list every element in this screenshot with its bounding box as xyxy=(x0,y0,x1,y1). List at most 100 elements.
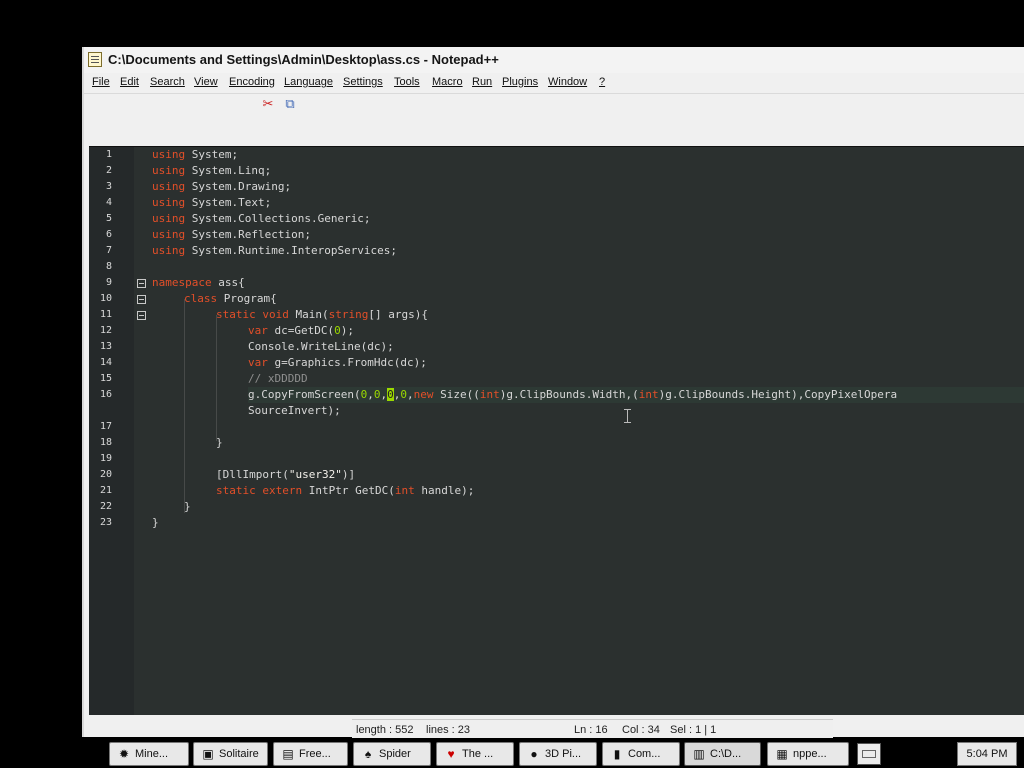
keyword: var xyxy=(248,324,268,337)
code-line[interactable]: class Program{ xyxy=(184,291,277,307)
code-line[interactable]: var dc=GetDC(0); xyxy=(248,323,354,339)
task-minesweeper[interactable]: ✹ Mine... xyxy=(109,742,189,766)
task-label: The ... xyxy=(462,748,494,760)
task-hearts[interactable]: ♥ The ... xyxy=(436,742,514,766)
code-line[interactable]: using System.Linq; xyxy=(152,163,271,179)
task-notepad[interactable]: ▥ C:\D... xyxy=(684,742,761,766)
task-label: nppe... xyxy=(793,748,827,760)
menu-plugins[interactable]: Plugins xyxy=(502,76,538,88)
code-line[interactable]: } xyxy=(152,515,159,531)
task-solitaire[interactable]: ▣ Solitaire xyxy=(193,742,268,766)
task-label: Solitaire xyxy=(219,748,259,760)
keyword: static xyxy=(216,308,256,321)
keyword: using xyxy=(152,180,186,193)
number-literal: 0 xyxy=(400,388,407,401)
task-label: C:\D... xyxy=(710,748,742,760)
line-number: 21 xyxy=(99,485,112,496)
menu-encoding[interactable]: Encoding xyxy=(229,76,275,88)
code-text: [DllImport( xyxy=(216,468,289,481)
title-bar[interactable]: C:\Documents and Settings\Admin\Desktop\… xyxy=(84,47,1024,74)
keyword: using xyxy=(152,244,186,257)
code-line[interactable]: namespace ass{ xyxy=(152,275,245,291)
code-text: ass{ xyxy=(211,276,245,289)
menu-run[interactable]: Run xyxy=(472,76,492,88)
code-text: Main( xyxy=(288,308,329,321)
keyword: static xyxy=(216,484,256,497)
menu-file[interactable]: File xyxy=(92,76,110,88)
line-number: 3 xyxy=(105,181,112,192)
code-line[interactable]: using System.Collections.Generic; xyxy=(152,211,371,227)
menu-view[interactable]: View xyxy=(194,76,218,88)
code-line[interactable]: } xyxy=(216,435,223,451)
menu-edit[interactable]: Edit xyxy=(120,76,139,88)
solitaire-icon: ▣ xyxy=(202,747,214,761)
keyword: int xyxy=(479,388,500,401)
menu-help[interactable]: ? xyxy=(599,76,605,88)
code-line[interactable]: using System.Runtime.InteropServices; xyxy=(152,243,397,259)
fold-toggle-icon[interactable] xyxy=(137,311,146,320)
code-line[interactable]: static void Main(string[] args){ xyxy=(216,307,428,323)
keyword: string xyxy=(328,308,369,321)
cut-icon[interactable]: ✂ xyxy=(260,96,276,112)
keyword: void xyxy=(262,308,289,321)
code-text: g.CopyFromScreen( xyxy=(248,388,361,401)
menu-settings[interactable]: Settings xyxy=(343,76,383,88)
menu-macro[interactable]: Macro xyxy=(432,76,463,88)
menu-window[interactable]: Window xyxy=(548,76,587,88)
line-number: 15 xyxy=(99,373,112,384)
task-command-prompt[interactable]: ▮ Com... xyxy=(602,742,680,766)
fold-toggle-icon[interactable] xyxy=(137,279,146,288)
keyboard-icon[interactable] xyxy=(857,743,881,765)
line-number: 14 xyxy=(99,357,112,368)
code-editor[interactable]: 1 2 3 4 5 6 7 8 9 10 11 12 13 14 15 16 1… xyxy=(89,146,1024,715)
task-freecell[interactable]: ▤ Free... xyxy=(273,742,348,766)
code-text: , xyxy=(367,388,374,401)
line-number: 11 xyxy=(99,309,112,320)
line-number: 23 xyxy=(99,517,112,528)
code-text: IntPtr GetDC( xyxy=(302,484,395,497)
code-text: System.Drawing; xyxy=(185,180,292,193)
menu-tools[interactable]: Tools xyxy=(394,76,420,88)
task-nppe[interactable]: ▦ nppe... xyxy=(767,742,849,766)
fold-toggle-icon[interactable] xyxy=(137,295,146,304)
code-line[interactable]: using System.Reflection; xyxy=(152,227,311,243)
keyword: namespace xyxy=(152,276,212,289)
status-selection: Sel : 1 | 1 xyxy=(670,724,717,736)
code-line[interactable]: [DllImport("user32")] xyxy=(216,467,355,483)
current-code-line[interactable]: g.CopyFromScreen(0,0,0,0,new Size((int)g… xyxy=(248,387,1024,403)
menu-bar: File Edit Search View Encoding Language … xyxy=(84,73,1024,94)
code-line[interactable]: using System; xyxy=(152,147,238,163)
status-lines: lines : 23 xyxy=(426,724,471,736)
notepad-window: C:\Documents and Settings\Admin\Desktop\… xyxy=(82,47,1024,737)
hearts-icon: ♥ xyxy=(447,747,455,761)
command-icon: ▮ xyxy=(613,747,621,761)
freecell-icon: ▤ xyxy=(282,747,294,761)
code-line[interactable]: } xyxy=(184,499,191,515)
code-line[interactable]: var g=Graphics.FromHdc(dc); xyxy=(248,355,427,371)
code-line[interactable]: SourceInvert); xyxy=(248,403,341,419)
code-text: SourceInvert); xyxy=(248,404,341,417)
code-line[interactable]: using System.Text; xyxy=(152,195,271,211)
keyword: using xyxy=(152,148,186,161)
code-text: } xyxy=(216,436,223,449)
code-text: [] args){ xyxy=(368,308,428,321)
code-line[interactable]: static extern IntPtr GetDC(int handle); xyxy=(216,483,474,499)
number-literal: 0 xyxy=(334,324,341,337)
menu-language[interactable]: Language xyxy=(284,76,333,88)
code-line[interactable]: using System.Drawing; xyxy=(152,179,291,195)
code-line[interactable]: // xDDDDD xyxy=(248,371,308,387)
task-spider[interactable]: ♠ Spider xyxy=(353,742,431,766)
copy-icon[interactable]: ⧉ xyxy=(282,96,298,112)
code-text: System.Text; xyxy=(185,196,272,209)
notepad-icon: ▥ xyxy=(693,747,705,761)
task-pinball[interactable]: ● 3D Pi... xyxy=(519,742,597,766)
task-label: Mine... xyxy=(135,748,169,760)
taskbar: ✹ Mine... ▣ Solitaire ▤ Free... ♠ Spider ♥ Th… xyxy=(0,738,1024,768)
code-line[interactable]: Console.WriteLine(dc); xyxy=(248,339,394,355)
indent-guide xyxy=(184,299,185,513)
minesweeper-icon: ✹ xyxy=(118,747,130,761)
menu-search[interactable]: Search xyxy=(150,76,185,88)
line-number: 20 xyxy=(99,469,112,480)
keyword: class xyxy=(184,292,218,305)
indent-guide xyxy=(216,315,217,441)
